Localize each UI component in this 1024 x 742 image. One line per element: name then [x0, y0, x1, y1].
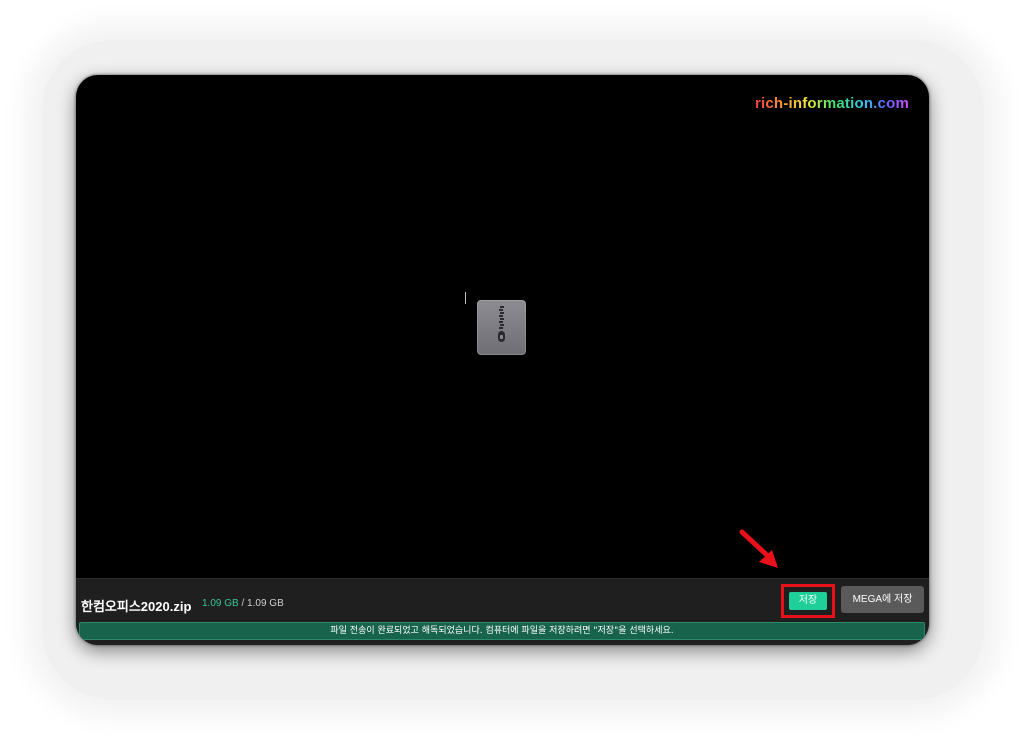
- save-to-mega-button[interactable]: MEGA에 저장: [841, 586, 924, 613]
- downloaded-size: 1.09 GB: [202, 598, 239, 609]
- download-window: rich-information.com 한컴오피스2020.zip 1.09 …: [76, 75, 929, 645]
- file-name: 한컴오피스2020.zip: [81, 599, 192, 614]
- total-size: 1.09 GB: [247, 598, 284, 609]
- red-arrow-icon: [738, 528, 784, 576]
- zip-file-icon: [477, 300, 526, 355]
- file-size-progress: 1.09 GB / 1.09 GB: [202, 598, 284, 609]
- file-info-bar: 한컴오피스2020.zip 1.09 GB / 1.09 GB 저장 MEGA에…: [76, 578, 929, 645]
- watermark-logo: rich-information.com: [754, 95, 909, 112]
- screenshot-stage: rich-information.com 한컴오피스2020.zip 1.09 …: [0, 0, 1024, 742]
- size-separator: /: [241, 598, 245, 609]
- save-highlight-box: 저장: [781, 584, 835, 618]
- status-banner: 파일 전송이 완료되었고 해독되었습니다. 컴퓨터에 파일을 저장하려면 "저장…: [79, 622, 925, 640]
- text-cursor: [465, 292, 466, 304]
- save-button[interactable]: 저장: [789, 592, 827, 610]
